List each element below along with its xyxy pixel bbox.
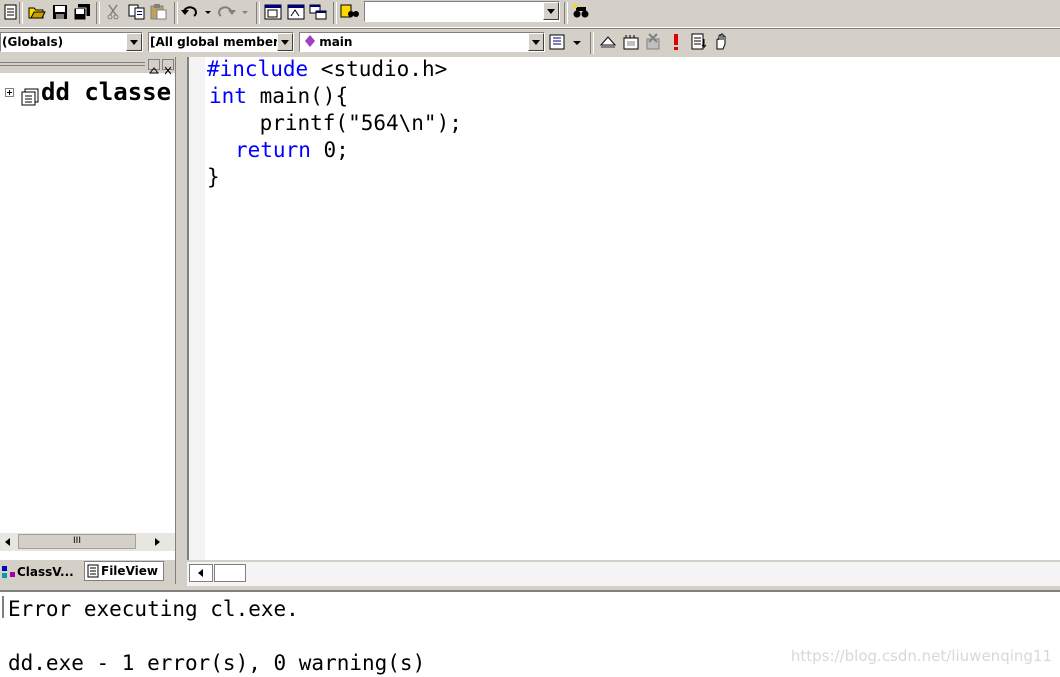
compile-icon[interactable] — [597, 31, 619, 53]
scroll-thumb[interactable]: III — [18, 534, 136, 549]
workspace-pane: dd classe III ClassV... FileView — [0, 57, 176, 584]
toolbar-separator — [590, 32, 594, 54]
find-in-files-icon[interactable] — [339, 1, 361, 23]
breakpoint-hand-icon[interactable] — [710, 31, 732, 53]
workspace-pane-header — [0, 57, 175, 75]
find-icon[interactable] — [570, 1, 592, 23]
execute-icon[interactable] — [665, 31, 687, 53]
scroll-right-icon[interactable] — [150, 534, 166, 550]
save-icon[interactable] — [49, 1, 71, 23]
function-combo[interactable]: main — [299, 32, 545, 52]
chevron-down-icon[interactable] — [543, 2, 559, 20]
code-line: return 0; — [235, 138, 349, 162]
tab-fileview-label: FileView — [101, 564, 158, 578]
tree-root-label: dd classe — [41, 78, 172, 106]
members-combo-value: [All global member — [150, 35, 279, 49]
output-icon[interactable] — [285, 1, 307, 23]
editor-horizontal-scrollbar[interactable] — [187, 561, 1060, 586]
code-editor[interactable]: #include <studio.h> int main(){ printf("… — [187, 57, 1060, 560]
scope-combo[interactable]: (Globals) — [0, 32, 143, 52]
scroll-left-icon[interactable] — [0, 534, 16, 550]
maximize-icon[interactable] — [148, 59, 160, 74]
code-line: } — [207, 165, 220, 189]
classview-icon — [2, 566, 15, 578]
scroll-thumb[interactable] — [214, 564, 246, 582]
function-combo-label: main — [305, 35, 352, 49]
toolbar-separator — [19, 2, 23, 24]
toolbar-separator — [333, 2, 337, 24]
code-line: int main(){ — [209, 84, 348, 108]
go-icon[interactable] — [688, 31, 710, 53]
expand-icon[interactable] — [5, 88, 14, 97]
build-icon[interactable] — [620, 31, 642, 53]
code-line: printf("564\n"); — [209, 111, 462, 135]
standard-toolbar — [0, 0, 1060, 28]
code-text: printf("564\n"); — [209, 111, 462, 135]
scroll-left-icon[interactable] — [189, 564, 213, 582]
classes-icon — [21, 84, 39, 112]
tab-classview-label: ClassV... — [17, 565, 74, 579]
method-icon — [305, 35, 315, 47]
grip-line — [0, 65, 145, 66]
toolbar-separator — [256, 2, 260, 24]
code-text: 0; — [310, 138, 349, 162]
tab-classview[interactable]: ClassV... — [1, 562, 81, 582]
save-all-icon[interactable] — [71, 1, 93, 23]
wizard-bar: (Globals) [All global member main — [0, 28, 1060, 56]
find-combo[interactable] — [364, 1, 560, 22]
scope-combo-value: (Globals) — [2, 35, 64, 49]
open-icon[interactable] — [26, 1, 48, 23]
code-text: main(){ — [246, 84, 349, 108]
code-line: #include <studio.h> — [207, 57, 447, 81]
cut-icon[interactable] — [102, 1, 124, 23]
toolbar-separator — [564, 2, 568, 24]
grip-line — [0, 62, 145, 63]
redo-icon[interactable] — [217, 1, 251, 23]
workspace-tabs: ClassV... FileView — [0, 560, 175, 584]
fileview-icon — [87, 564, 99, 578]
toolbar-separator — [174, 2, 178, 24]
code-keyword: return — [235, 138, 311, 162]
watermark: https://blog.csdn.net/liuwenqing11 — [790, 647, 1052, 665]
stop-build-icon[interactable] — [642, 31, 664, 53]
paste-icon[interactable] — [148, 1, 170, 23]
code-text: } — [207, 165, 220, 189]
chevron-down-icon[interactable] — [528, 33, 544, 51]
pane-splitter[interactable] — [176, 57, 186, 585]
tab-fileview[interactable]: FileView — [84, 561, 164, 581]
code-keyword: #include — [207, 57, 309, 81]
window-list-icon[interactable] — [307, 1, 329, 23]
output-line: dd.exe - 1 error(s), 0 warning(s) — [8, 651, 426, 675]
code-keyword: int — [209, 84, 247, 108]
copy-icon[interactable] — [126, 1, 148, 23]
undo-icon[interactable] — [180, 1, 214, 23]
close-icon[interactable] — [162, 59, 174, 75]
output-line: Error executing cl.exe. — [8, 597, 299, 621]
toolbar-separator — [96, 2, 100, 24]
chevron-down-icon[interactable] — [126, 33, 142, 51]
code-text: <studio.h> — [308, 57, 448, 81]
workspace-icon[interactable] — [262, 1, 284, 23]
function-combo-value: main — [319, 35, 353, 49]
members-combo[interactable]: [All global member — [148, 32, 294, 52]
chevron-down-icon[interactable] — [277, 33, 293, 51]
output-cursor — [2, 596, 4, 618]
workspace-horizontal-scrollbar[interactable]: III — [0, 533, 175, 551]
editor-gutter — [189, 57, 205, 560]
wizard-actions-icon[interactable] — [549, 31, 583, 53]
